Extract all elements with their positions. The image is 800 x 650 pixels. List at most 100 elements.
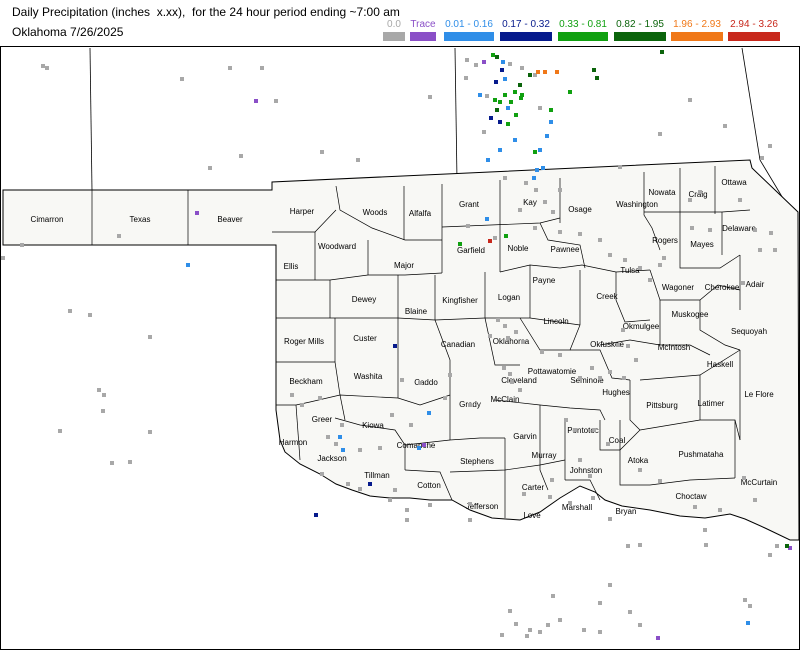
station-marker <box>592 428 596 432</box>
legend-swatch <box>444 32 494 41</box>
county-label: Pittsburg <box>646 401 678 410</box>
county-label: Comanche <box>397 441 436 450</box>
station-marker <box>598 601 602 605</box>
station-marker <box>514 330 518 334</box>
county-label: Major <box>394 261 414 270</box>
legend-item-2-94: 2.94 - 3.26 <box>727 20 781 41</box>
county-label: Washington <box>616 200 658 209</box>
station-marker <box>506 336 510 340</box>
station-marker <box>753 498 757 502</box>
station-marker <box>622 376 626 380</box>
station-marker <box>506 122 510 126</box>
station-marker <box>513 90 517 94</box>
station-marker <box>388 498 392 502</box>
station-marker <box>518 83 522 87</box>
station-marker <box>180 77 184 81</box>
legend-label: 1.96 - 2.93 <box>673 19 721 30</box>
station-marker <box>738 198 742 202</box>
station-marker <box>598 376 602 380</box>
map-title: Daily Precipitation (inches x.xx), for t… <box>12 5 400 19</box>
station-marker <box>528 73 532 77</box>
legend-swatch <box>410 32 436 41</box>
station-marker <box>555 70 559 74</box>
station-marker <box>618 165 622 169</box>
station-marker <box>543 70 547 74</box>
county-label: Creek <box>596 292 618 301</box>
station-marker <box>493 236 497 240</box>
county-label: Love <box>523 511 541 520</box>
county-label: Kingfisher <box>442 296 478 305</box>
county-label: Stephens <box>460 457 494 466</box>
legend-swatch <box>558 32 608 41</box>
station-marker <box>254 99 258 103</box>
county-label: Kiowa <box>362 421 384 430</box>
station-marker <box>496 318 500 322</box>
county-label: Canadian <box>441 340 475 349</box>
station-marker <box>758 248 762 252</box>
station-marker <box>393 488 397 492</box>
county-label: Adair <box>746 280 765 289</box>
station-marker <box>506 106 510 110</box>
county-label: Le Flore <box>744 390 774 399</box>
station-marker <box>228 66 232 70</box>
station-marker <box>704 543 708 547</box>
county-label: Ellis <box>284 262 299 271</box>
station-marker <box>773 248 777 252</box>
station-marker <box>538 106 542 110</box>
station-marker <box>514 622 518 626</box>
station-marker <box>578 232 582 236</box>
station-marker <box>703 528 707 532</box>
county-label: Cherokee <box>705 283 740 292</box>
station-marker <box>638 623 642 627</box>
station-marker <box>748 604 752 608</box>
county-label: Tulsa <box>620 266 640 275</box>
station-marker <box>688 198 692 202</box>
station-marker <box>551 594 555 598</box>
station-marker <box>101 409 105 413</box>
station-marker <box>708 228 712 232</box>
county-label: Bryan <box>616 507 637 516</box>
oklahoma-precip-map: Cimarron Texas Beaver Harper Woods Alfal… <box>0 46 800 650</box>
county-label: Choctaw <box>675 492 706 501</box>
station-marker <box>334 442 338 446</box>
station-marker <box>468 403 472 407</box>
county-label: McCurtain <box>741 478 777 487</box>
station-marker <box>494 80 498 84</box>
station-marker <box>660 50 664 54</box>
station-marker <box>504 234 508 238</box>
station-marker <box>558 188 562 192</box>
station-marker <box>558 353 562 357</box>
station-marker <box>409 423 413 427</box>
station-marker <box>621 328 625 332</box>
station-marker <box>41 64 45 68</box>
station-marker <box>341 448 345 452</box>
county-label: Johnston <box>570 466 602 475</box>
station-marker <box>524 181 528 185</box>
station-marker <box>498 120 502 124</box>
station-marker <box>427 411 431 415</box>
map-header: Daily Precipitation (inches x.xx), for t… <box>0 0 800 46</box>
station-marker <box>768 553 772 557</box>
station-marker <box>500 68 504 72</box>
county-label: Kay <box>523 198 537 207</box>
station-marker <box>485 94 489 98</box>
station-marker <box>592 68 596 72</box>
station-marker <box>208 166 212 170</box>
station-marker <box>648 278 652 282</box>
station-marker <box>320 150 324 154</box>
station-marker <box>320 472 324 476</box>
station-marker <box>300 403 304 407</box>
station-marker <box>741 281 745 285</box>
station-marker <box>340 423 344 427</box>
station-marker <box>509 100 513 104</box>
legend-item-1-96: 1.96 - 2.93 <box>670 20 724 41</box>
station-marker <box>501 60 505 64</box>
station-marker <box>510 380 514 384</box>
legend-label: 0.33 - 0.81 <box>559 19 607 30</box>
station-marker <box>538 148 542 152</box>
county-label: Blaine <box>405 307 428 316</box>
station-marker <box>546 623 550 627</box>
county-label: McIntosh <box>658 343 690 352</box>
legend-item-trace: Trace <box>402 20 444 41</box>
station-marker <box>688 98 692 102</box>
